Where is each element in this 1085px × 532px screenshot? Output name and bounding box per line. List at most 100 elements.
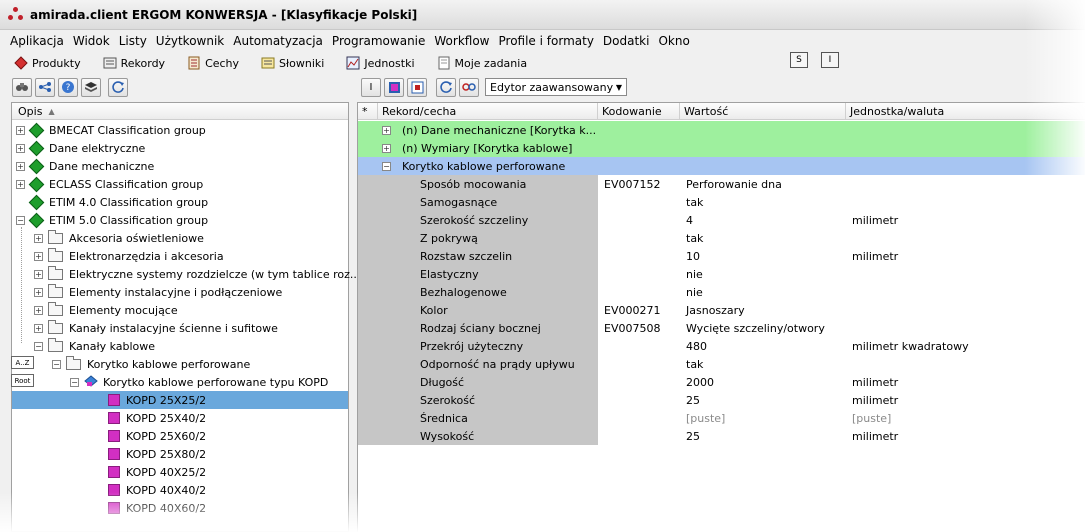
editor-mode-select[interactable]: Edytor zaawansowany ▼	[485, 78, 627, 96]
tree-column-header[interactable]: Opis ▲	[12, 103, 348, 120]
attribute-value[interactable]: tak	[686, 229, 703, 247]
tree-row[interactable]: + Elektryczne systemy rozdzielcze (w tym…	[34, 265, 360, 283]
table-row[interactable]: Rozstaw szczelin 10 milimetr	[358, 247, 1085, 265]
toolbar-cechy[interactable]: Cechy	[187, 56, 239, 70]
tree-row[interactable]: + Akcesoria oświetleniowe	[34, 229, 204, 247]
grid-column-rekord[interactable]: Rekord/cecha	[378, 103, 598, 120]
toolbar-jednostki[interactable]: Jednostki	[346, 56, 415, 70]
tree-row[interactable]: + Elementy instalacyjne i podłączeniowe	[34, 283, 282, 301]
grid-star-header[interactable]: *	[358, 103, 378, 120]
tree-row[interactable]: + BMECAT Classification group	[16, 121, 206, 139]
tree-row[interactable]: ETIM 4.0 Classification group	[16, 193, 208, 211]
attributes-grid[interactable]: * Rekord/cecha Kodowanie Wartość Jednost…	[357, 102, 1085, 532]
toolbar-rekordy[interactable]: Rekordy	[103, 56, 165, 70]
attribute-value[interactable]: Perforowanie dna	[686, 175, 782, 193]
expand-plus-icon[interactable]: +	[34, 233, 43, 243]
classification-tree[interactable]: Opis ▲ + BMECAT Classification group + D…	[11, 102, 360, 532]
collapse-minus-icon[interactable]: −	[70, 377, 79, 387]
expand-plus-icon[interactable]: +	[16, 179, 25, 189]
group-row[interactable]: + (n) Dane mechaniczne [Korytka k...	[358, 121, 1085, 139]
attribute-value[interactable]: 25	[686, 391, 700, 409]
attribute-value[interactable]: nie	[686, 265, 703, 283]
view-frame-button[interactable]	[407, 77, 427, 97]
help-button[interactable]: ?	[58, 77, 78, 97]
attribute-value[interactable]: [puste]	[686, 409, 725, 427]
editor-i-button[interactable]: I	[361, 77, 381, 97]
attribute-value[interactable]: Jasnoszary	[686, 301, 745, 319]
group-row[interactable]: − Korytko kablowe perforowane	[358, 157, 1085, 175]
table-row[interactable]: Rodzaj ściany bocznej EV007508 Wycięte s…	[358, 319, 1085, 337]
table-row[interactable]: Długość 2000 milimetr	[358, 373, 1085, 391]
tree-row[interactable]: + Dane mechaniczne	[16, 157, 154, 175]
menu-uzytkownik[interactable]: Użytkownik	[156, 34, 224, 48]
tree-row[interactable]: + Kanały instalacyjne ścienne i sufitowe	[34, 319, 278, 337]
tree-row[interactable]: + Elementy mocujące	[34, 301, 178, 319]
collapse-minus-icon[interactable]: −	[382, 161, 391, 171]
expand-plus-icon[interactable]: +	[34, 251, 43, 261]
collapse-minus-icon[interactable]: −	[16, 215, 25, 225]
attribute-value[interactable]: 4	[686, 211, 693, 229]
table-row[interactable]: Bezhalogenowe nie	[358, 283, 1085, 301]
table-row[interactable]: Z pokrywą tak	[358, 229, 1085, 247]
refresh-button[interactable]	[108, 77, 128, 97]
tree-row[interactable]: + ECLASS Classification group	[16, 175, 203, 193]
attribute-value[interactable]: 10	[686, 247, 700, 265]
expand-plus-icon[interactable]: +	[382, 143, 391, 153]
menu-widok[interactable]: Widok	[73, 34, 110, 48]
table-row[interactable]: Samogasnące tak	[358, 193, 1085, 211]
group-row[interactable]: + (n) Wymiary [Korytka kablowe]	[358, 139, 1085, 157]
menu-dodatki[interactable]: Dodatki	[603, 34, 650, 48]
table-row[interactable]: Szerokość szczeliny 4 milimetr	[358, 211, 1085, 229]
attribute-value[interactable]: 25	[686, 427, 700, 445]
grid-column-jednostka[interactable]: Jednostka/waluta	[846, 103, 1085, 120]
tree-row[interactable]: KOPD 25X40/2	[108, 409, 206, 427]
grid-column-wartosc[interactable]: Wartość	[680, 103, 846, 120]
attribute-value[interactable]: tak	[686, 193, 703, 211]
toolbar-moje-zadania[interactable]: Moje zadania	[437, 56, 527, 70]
attribute-value[interactable]: nie	[686, 283, 703, 301]
collapse-minus-icon[interactable]: −	[52, 359, 61, 369]
toolbar-produkty[interactable]: Produkty	[14, 56, 81, 70]
tree-row[interactable]: KOPD 40X60/2	[108, 499, 206, 517]
tree-row[interactable]: KOPD 40X25/2	[108, 463, 206, 481]
attribute-value[interactable]: Wycięte szczeliny/otwory	[686, 319, 825, 337]
root-button[interactable]: Root	[11, 374, 34, 387]
expand-plus-icon[interactable]: +	[382, 125, 391, 135]
tree-row[interactable]: KOPD 40X40/2	[108, 481, 206, 499]
tree-row[interactable]: KOPD 25X60/2	[108, 427, 206, 445]
attribute-value[interactable]: 2000	[686, 373, 714, 391]
editor-refresh-button[interactable]	[436, 77, 456, 97]
binoculars-button[interactable]	[12, 77, 32, 97]
view-grid-button[interactable]	[384, 77, 404, 97]
expand-plus-icon[interactable]: +	[34, 323, 43, 333]
tree-row[interactable]: + Elektronarzędzia i akcesoria	[34, 247, 224, 265]
table-row[interactable]: Przekrój użyteczny 480 milimetr kwadrato…	[358, 337, 1085, 355]
menu-workflow[interactable]: Workflow	[434, 34, 489, 48]
expand-plus-icon[interactable]: +	[16, 161, 25, 171]
expand-plus-icon[interactable]: +	[34, 287, 43, 297]
menu-okno[interactable]: Okno	[658, 34, 689, 48]
table-row[interactable]: Sposób mocowania EV007152 Perforowanie d…	[358, 175, 1085, 193]
attribute-value[interactable]: 480	[686, 337, 707, 355]
stack-button[interactable]	[81, 77, 101, 97]
attribute-value[interactable]: tak	[686, 355, 703, 373]
hierarchy-button[interactable]	[35, 77, 55, 97]
expand-plus-icon[interactable]: +	[34, 305, 43, 315]
table-row[interactable]: Kolor EV000271 Jasnoszary	[358, 301, 1085, 319]
menu-profile-i-formaty[interactable]: Profile i formaty	[499, 34, 594, 48]
tree-row[interactable]: KOPD 25X80/2	[108, 445, 206, 463]
tree-row[interactable]: − Kanały kablowe	[34, 337, 155, 355]
title-bar[interactable]: amirada.client ERGOM KONWERSJA - [Klasyf…	[0, 0, 1085, 30]
table-row[interactable]: Odporność na prądy upływu tak	[358, 355, 1085, 373]
tree-row[interactable]: + Dane elektryczne	[16, 139, 145, 157]
collapse-minus-icon[interactable]: −	[34, 341, 43, 351]
menu-programowanie[interactable]: Programowanie	[332, 34, 425, 48]
menu-automatyzacja[interactable]: Automatyzacja	[233, 34, 323, 48]
menu-listy[interactable]: Listy	[119, 34, 147, 48]
sort-az-button[interactable]: A..Z	[11, 356, 34, 369]
tree-row-selected[interactable]: KOPD 25X25/2	[12, 391, 348, 409]
expand-plus-icon[interactable]: +	[16, 125, 25, 135]
table-row[interactable]: Szerokość 25 milimetr	[358, 391, 1085, 409]
tree-row[interactable]: − ETIM 5.0 Classification group	[16, 211, 208, 229]
table-row[interactable]: Elastyczny nie	[358, 265, 1085, 283]
